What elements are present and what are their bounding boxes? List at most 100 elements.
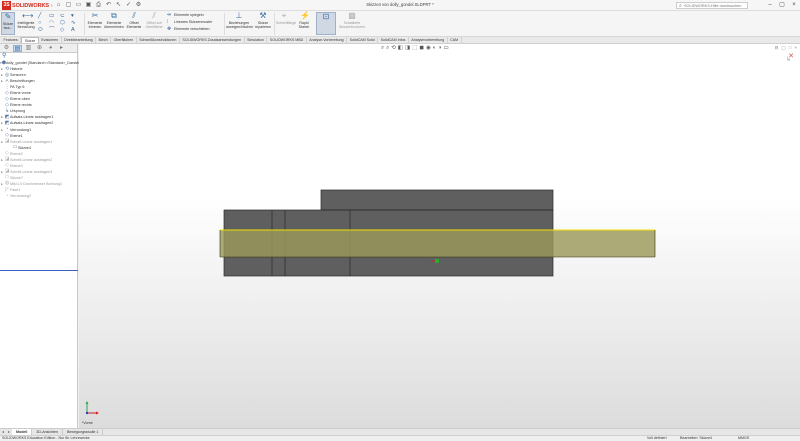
- divider: [224, 13, 225, 35]
- fillet-icon[interactable]: ⌒: [49, 27, 60, 34]
- move-entities-button[interactable]: ✥ Elemente verschieben: [167, 26, 212, 33]
- display-relations-button[interactable]: ⊥ Beziehungen anzeigen/löschen: [226, 12, 253, 35]
- text-icon[interactable]: A: [71, 27, 82, 34]
- offset-surface-label: Offset auf Oberfläche: [145, 21, 163, 29]
- command-tab[interactable]: Direktbearbeitung: [62, 37, 97, 43]
- command-tab[interactable]: Analysevorbereitung: [409, 37, 448, 43]
- search-input[interactable]: [684, 3, 746, 8]
- graphics-area[interactable]: ⌕ ⌕ ⟲ ◧ ◨ ⬚ ◼ ◉ ◐ ◑ ▭ ⊟ ▢ □ × ✕ ↳ *Vorne: [79, 44, 800, 428]
- dropdown-icon[interactable]: ▾: [71, 13, 82, 20]
- viewport-maximize-icon[interactable]: □: [789, 45, 792, 51]
- command-tab[interactable]: CAM: [448, 37, 462, 43]
- slot-icon[interactable]: ⊂: [60, 13, 71, 20]
- model-canvas: [219, 189, 656, 277]
- shaded-contours-button[interactable]: ▩ Schattierte Skizzenkonturen: [338, 12, 366, 35]
- trim-button[interactable]: ✂ Elemente trimmen: [86, 12, 104, 35]
- sketch-rectangle-fill[interactable]: [220, 230, 655, 257]
- command-tab[interactable]: Skizze: [21, 37, 39, 43]
- rapid-sketch-button[interactable]: ⚡ Rapid Sketch: [294, 12, 314, 35]
- viewport-split-icon[interactable]: ⊟: [775, 45, 779, 51]
- home-icon[interactable]: ⌂: [54, 1, 63, 10]
- smart-dimension-icon: ⟷: [22, 11, 34, 20]
- filter-icon[interactable]: ⚲: [0, 53, 77, 60]
- app-logo[interactable]: 3S SOLIDWORKS ›: [2, 1, 53, 10]
- section-view-icon[interactable]: ◧: [398, 44, 403, 52]
- previous-view-icon[interactable]: ⟲: [391, 44, 396, 52]
- command-tab[interactable]: Blech: [96, 37, 112, 43]
- zoom-to-fit-icon[interactable]: ⌕: [381, 44, 384, 52]
- command-tab[interactable]: SolidCAM Infos: [378, 37, 409, 43]
- tree-item[interactable]: ◔ Verrundung2: [0, 193, 77, 199]
- mirror-entities-button[interactable]: ⇹ Elemente spiegeln: [167, 12, 212, 19]
- hide-show-icon[interactable]: ◉: [426, 44, 431, 52]
- smart-dimension-label: Intelligente Bemaßung: [17, 21, 35, 29]
- polygon-icon[interactable]: ⬡: [60, 20, 71, 27]
- help-search[interactable]: ⌕: [676, 2, 748, 9]
- close-icon[interactable]: ×: [788, 0, 800, 10]
- repair-sketch-button[interactable]: ⚒ Skizze reparieren: [254, 12, 272, 35]
- command-tab[interactable]: Schweißkonstruktionen: [137, 37, 180, 43]
- command-tab[interactable]: SolidCAM Solid: [347, 37, 379, 43]
- quick-snaps-button[interactable]: ⌖ Schnellfänge: [276, 12, 296, 35]
- tree-item-label: Ebene3: [10, 163, 23, 168]
- undo-icon[interactable]: ↶: [104, 1, 113, 10]
- zoom-area-icon[interactable]: ⌕: [386, 44, 389, 52]
- instant-2d-button[interactable]: ⊡: [316, 12, 336, 35]
- tree-item-label: Ebene2: [10, 151, 23, 156]
- display-style-icon[interactable]: ◼: [419, 44, 424, 52]
- command-manager: ✎ Skizze bea... ⟷ Intelligente Bemaßung …: [0, 11, 800, 37]
- tab-dimxpert[interactable]: ⊕: [35, 45, 44, 52]
- offset-on-surface-button[interactable]: ⫽ Offset auf Oberfläche: [144, 12, 164, 35]
- command-tab[interactable]: Analyse-Vorbereitung: [307, 37, 348, 43]
- ellipse-icon[interactable]: ⬭: [38, 27, 49, 34]
- select-icon[interactable]: ↖: [114, 1, 123, 10]
- tab-feature-manager[interactable]: ⚙: [2, 45, 11, 52]
- viewport-restore-icon[interactable]: ▢: [781, 45, 785, 51]
- rollback-bar[interactable]: [0, 270, 78, 271]
- linear-pattern-button[interactable]: ⁞ Lineares Skizzenmuster: [167, 19, 212, 26]
- apply-scene-icon[interactable]: ◑: [438, 44, 441, 52]
- dynamic-annotation-icon[interactable]: ◨: [405, 44, 410, 52]
- view-orientation-icon[interactable]: ⬚: [412, 44, 417, 52]
- tab-configuration-manager[interactable]: ▥: [24, 45, 33, 52]
- convert-entities-button[interactable]: ⧉ Elemente übernehmen: [104, 12, 124, 35]
- options-icon[interactable]: ⚙: [134, 1, 143, 10]
- circle-icon[interactable]: ○: [38, 20, 49, 27]
- command-tab[interactable]: Features: [1, 37, 22, 43]
- pattern-icon: ⁞: [167, 19, 169, 25]
- menu-chevron-icon[interactable]: ›: [51, 3, 53, 9]
- edit-appearance-icon[interactable]: ◐: [433, 44, 436, 52]
- rectangle-icon[interactable]: ▭: [49, 13, 60, 20]
- minimize-icon[interactable]: –: [764, 0, 776, 10]
- exit-sketch-button[interactable]: ✎ Skizze bea...: [1, 12, 15, 35]
- maximize-icon[interactable]: ▢: [776, 0, 788, 10]
- open-file-icon[interactable]: ▭: [74, 1, 83, 10]
- line-icon[interactable]: ╱: [38, 13, 49, 20]
- arc-icon[interactable]: ◠: [49, 20, 60, 27]
- print-icon[interactable]: ⎙: [94, 1, 103, 10]
- spline-icon[interactable]: ∿: [71, 20, 82, 27]
- command-tab[interactable]: SOLIDWORKS MBD: [267, 37, 307, 43]
- sketch-confirm-icon[interactable]: ↳: [786, 56, 791, 63]
- units-selector[interactable]: MMGS: [738, 436, 749, 441]
- status-bar: SOLIDWORKS Education Edition - Nur für L…: [0, 435, 800, 441]
- viewport-close-icon[interactable]: ×: [794, 45, 797, 51]
- command-tab[interactable]: Evaluieren: [39, 37, 62, 43]
- rebuild-icon[interactable]: ✓: [124, 1, 133, 10]
- tab-property-manager[interactable]: ▤: [13, 45, 22, 52]
- tree-item-label: Verrundung2: [10, 194, 32, 199]
- command-tab[interactable]: Oberflächen: [111, 37, 137, 43]
- smart-dimension-button[interactable]: ⟷ Intelligente Bemaßung: [16, 12, 36, 35]
- offset-entities-button[interactable]: ⫽ Offset Elemente: [125, 12, 143, 35]
- mirror-icon: ⇹: [167, 12, 172, 18]
- plane-icon[interactable]: ◇: [60, 27, 71, 34]
- tree-item-label: Fase1: [10, 188, 21, 192]
- tab-more[interactable]: ▸: [57, 45, 66, 52]
- command-tab[interactable]: SOLIDWORKS Zusatzanwendungen: [180, 37, 245, 43]
- save-icon[interactable]: ▣: [84, 1, 93, 10]
- command-tab[interactable]: Simulation: [245, 37, 268, 43]
- view-settings-icon[interactable]: ▭: [443, 44, 448, 52]
- rapid-sketch-label: Rapid Sketch: [298, 21, 310, 29]
- new-file-icon[interactable]: ▢: [64, 1, 73, 10]
- tab-display-manager[interactable]: ◕: [46, 45, 55, 52]
